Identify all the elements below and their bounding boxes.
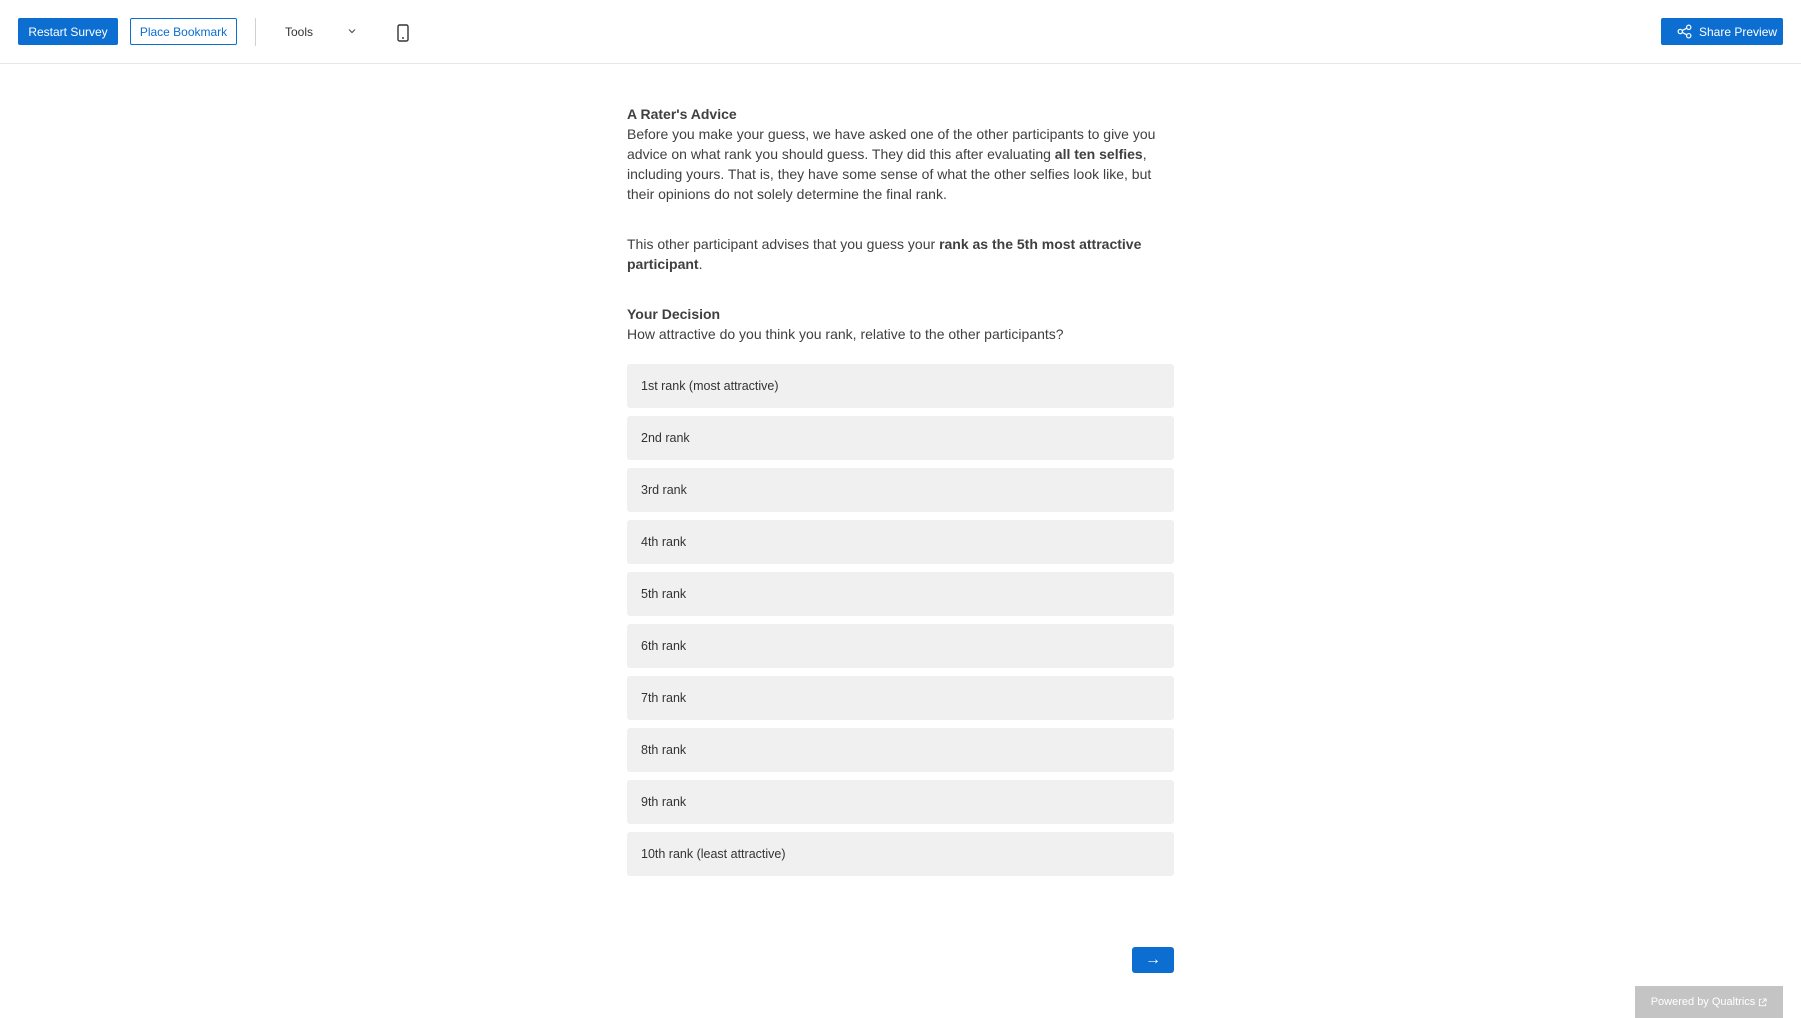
survey-question-text: A Rater's Advice Before you make your gu… (627, 104, 1174, 344)
choice-option[interactable]: 8th rank (627, 728, 1174, 772)
mobile-device-icon[interactable] (396, 24, 410, 42)
choice-option[interactable]: 2nd rank (627, 416, 1174, 460)
share-icon (1677, 24, 1692, 39)
external-link-icon (1759, 997, 1767, 1006)
chevron-down-icon (348, 29, 356, 34)
share-preview-button[interactable]: Share Preview (1661, 18, 1783, 45)
choice-option[interactable]: 9th rank (627, 780, 1174, 824)
powered-by-qualtrics-link[interactable]: Powered by Qualtrics (1635, 986, 1783, 1018)
choice-option[interactable]: 4th rank (627, 520, 1174, 564)
next-button[interactable]: → (1132, 947, 1174, 973)
decision-question: How attractive do you think you rank, re… (627, 326, 1064, 342)
tools-dropdown-label: Tools (285, 25, 314, 39)
advice-paragraph: Before you make your guess, we have aske… (627, 126, 1156, 202)
choice-option[interactable]: 6th rank (627, 624, 1174, 668)
share-preview-label: Share Preview (1699, 24, 1778, 39)
toolbar-divider (255, 18, 256, 46)
choice-option[interactable]: 7th rank (627, 676, 1174, 720)
choice-option[interactable]: 10th rank (least attractive) (627, 832, 1174, 876)
choice-option[interactable]: 3rd rank (627, 468, 1174, 512)
powered-by-label: Powered by Qualtrics (1650, 996, 1756, 1008)
advice-recommendation: This other participant advises that you … (627, 236, 1142, 272)
decision-heading: Your Decision (627, 306, 721, 322)
preview-toolbar: Restart Survey Place Bookmark Tools Shar… (0, 0, 1801, 64)
choice-option[interactable]: 5th rank (627, 572, 1174, 616)
rank-choice-list: 1st rank (most attractive) 2nd rank 3rd … (627, 364, 1174, 884)
place-bookmark-button[interactable]: Place Bookmark (130, 18, 237, 45)
tools-dropdown[interactable]: Tools (272, 18, 372, 46)
restart-survey-button[interactable]: Restart Survey (18, 18, 118, 45)
advice-heading: A Rater's Advice (627, 106, 737, 122)
choice-option[interactable]: 1st rank (most attractive) (627, 364, 1174, 408)
